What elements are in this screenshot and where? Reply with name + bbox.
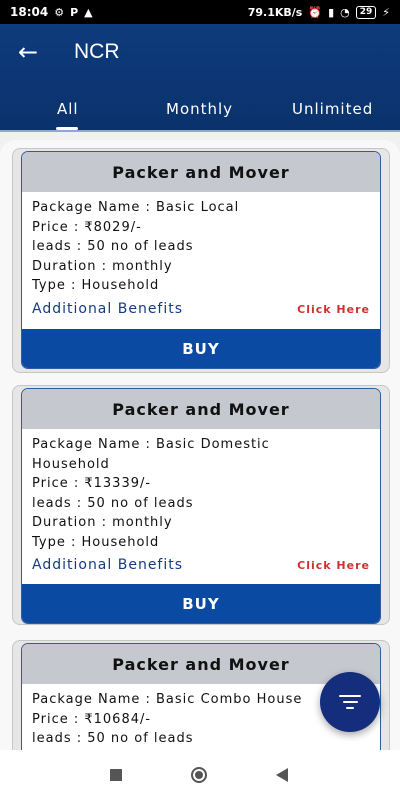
card-title: Packer and Mover xyxy=(22,152,380,192)
package-card: Packer and Mover Package Name : Basic Lo… xyxy=(12,148,390,373)
package-type: Type : Household xyxy=(32,534,160,550)
card-title: Packer and Mover xyxy=(22,644,380,684)
settings-icon: ⚙ xyxy=(54,5,65,19)
status-left: 18:04 ⚙ P ▲ xyxy=(10,5,93,19)
back-arrow-icon[interactable]: ← xyxy=(18,38,38,66)
header-divider xyxy=(0,130,400,132)
package-type: Type : Household xyxy=(32,278,160,293)
app-header: ← NCR All Monthly Unlimited xyxy=(0,24,400,132)
signal-icon: ▮ xyxy=(328,5,335,19)
package-card: Packer and Mover Package Name : Basic Do… xyxy=(12,385,390,625)
benefits-row: Additional Benefits Click Here xyxy=(32,556,370,576)
recents-icon[interactable] xyxy=(110,769,122,781)
home-icon[interactable] xyxy=(191,767,207,783)
click-here-link[interactable]: Click Here xyxy=(297,556,370,576)
warning-icon: ▲ xyxy=(84,5,93,19)
package-leads: leads : 50 no of leads xyxy=(32,239,194,254)
package-name-cont: Household xyxy=(32,456,110,472)
p-icon: P xyxy=(70,5,79,19)
click-here-link[interactable]: Click Here xyxy=(297,300,370,320)
battery-icon: 29 xyxy=(355,5,377,19)
network-speed: 79.1KB/s xyxy=(247,5,303,19)
card-title: Packer and Mover xyxy=(22,389,380,429)
card-body: Package Name : Basic Local Price : ₹8029… xyxy=(22,192,380,319)
page-title: NCR xyxy=(74,40,120,63)
alarm-off-icon: ⏰ xyxy=(308,5,323,19)
back-icon[interactable] xyxy=(276,768,288,782)
package-leads: leads : 50 no of leads xyxy=(32,731,194,746)
package-price: Price : ₹13339/- xyxy=(32,476,152,491)
buy-button[interactable]: BUY xyxy=(22,329,380,368)
benefits-row: Additional Benefits Click Here xyxy=(32,300,370,320)
tab-all[interactable]: All xyxy=(57,94,79,124)
filter-icon xyxy=(339,695,361,709)
tab-unlimited[interactable]: Unlimited xyxy=(292,94,373,124)
tab-monthly[interactable]: Monthly xyxy=(166,94,233,124)
card-body: Package Name : Basic Domestic Household … xyxy=(22,429,380,576)
package-list[interactable]: Packer and Mover Package Name : Basic Lo… xyxy=(0,140,400,750)
package-price: Price : ₹10684/- xyxy=(32,711,152,727)
package-duration: Duration : monthly xyxy=(32,258,173,274)
package-price: Price : ₹8029/- xyxy=(32,219,142,235)
buy-button[interactable]: BUY xyxy=(22,583,380,623)
battery-level: 29 xyxy=(359,6,373,17)
system-nav-bar xyxy=(0,750,400,800)
filter-button[interactable] xyxy=(320,672,380,732)
additional-benefits-label: Additional Benefits xyxy=(32,300,184,317)
package-card-inner: Packer and Mover Package Name : Basic Do… xyxy=(21,388,381,624)
status-bar: 18:04 ⚙ P ▲ 79.1KB/s ⏰ ▮ ◔ 29 ⚡ xyxy=(0,0,400,24)
package-leads: leads : 50 no of leads xyxy=(32,495,194,511)
list-sheet: Packer and Mover Package Name : Basic Lo… xyxy=(0,140,400,750)
tab-bar: All Monthly Unlimited xyxy=(0,94,400,124)
package-card-inner: Packer and Mover Package Name : Basic Lo… xyxy=(21,151,381,369)
charging-icon: ⚡ xyxy=(382,5,390,19)
package-name: Package Name : Basic Domestic xyxy=(32,437,270,452)
package-name: Package Name : Basic Local xyxy=(32,200,240,215)
status-right: 79.1KB/s ⏰ ▮ ◔ 29 ⚡ xyxy=(247,5,390,19)
status-time: 18:04 xyxy=(10,5,49,19)
package-duration: Duration : monthly xyxy=(32,515,173,530)
additional-benefits-label: Additional Benefits xyxy=(32,557,184,573)
wifi-icon: ◔ xyxy=(340,5,350,19)
